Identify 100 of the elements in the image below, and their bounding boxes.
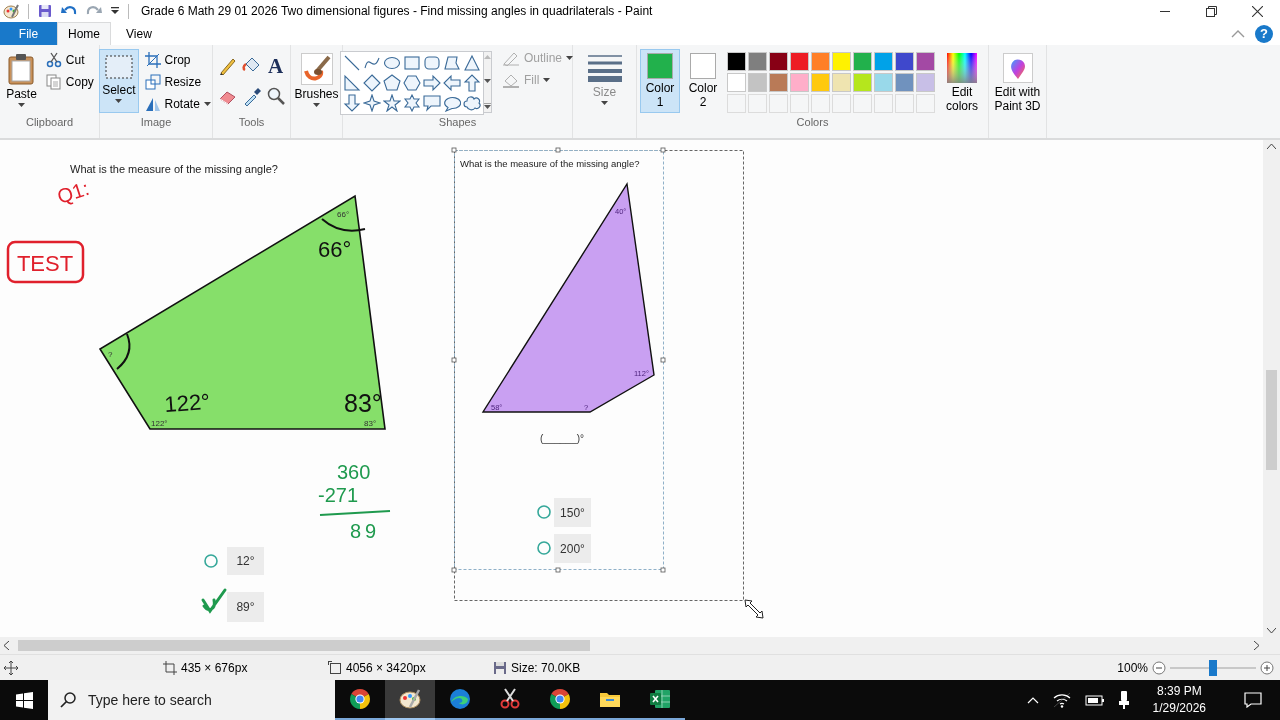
scroll-up-icon[interactable]: [1267, 144, 1276, 149]
resize-handle[interactable]: [451, 147, 457, 153]
answer-option[interactable]: 12°: [227, 547, 264, 575]
answer-option[interactable]: 89°: [227, 592, 264, 622]
color-slot-button[interactable]: Color 2: [683, 49, 723, 113]
check-mark[interactable]: [201, 588, 227, 613]
search-field[interactable]: Type here to search: [48, 680, 335, 720]
cloud-callout-shape-icon[interactable]: [463, 94, 481, 112]
palette-swatch[interactable]: [895, 52, 914, 71]
taskbar-app-button[interactable]: [385, 680, 435, 720]
resize-button[interactable]: Resize: [142, 71, 213, 93]
empty-swatch[interactable]: [895, 94, 914, 113]
palette-swatch[interactable]: [832, 73, 851, 92]
palette-swatch[interactable]: [874, 73, 893, 92]
diamond-shape-icon[interactable]: [363, 74, 381, 92]
zoom-out-button[interactable]: [1152, 660, 1166, 675]
palette-swatch[interactable]: [853, 73, 872, 92]
triangle-shape-icon[interactable]: [463, 54, 481, 72]
collapse-ribbon-icon[interactable]: [1231, 29, 1245, 38]
palette-swatch[interactable]: [748, 73, 767, 92]
polygon-shape-icon[interactable]: [443, 54, 461, 72]
answer-option[interactable]: 150°: [554, 498, 591, 527]
scroll-right-icon[interactable]: [1254, 641, 1259, 650]
palette-swatch[interactable]: [769, 73, 788, 92]
zoom-slider[interactable]: [1170, 659, 1256, 676]
paste-button[interactable]: Paste: [3, 49, 40, 111]
resize-handle[interactable]: [451, 357, 457, 363]
up-arrow-shape-icon[interactable]: [463, 74, 481, 92]
resize-handle[interactable]: [555, 147, 561, 153]
brushes-button[interactable]: Brushes: [291, 49, 342, 111]
scroll-down-icon[interactable]: [1267, 628, 1276, 633]
right-arrow-shape-icon[interactable]: [423, 74, 441, 92]
empty-swatch[interactable]: [811, 94, 830, 113]
palette-swatch[interactable]: [832, 52, 851, 71]
resize-handle[interactable]: [555, 567, 561, 573]
palette-swatch[interactable]: [748, 52, 767, 71]
edit-with-paint-3d-button[interactable]: Edit with Paint 3D: [986, 49, 1049, 117]
rotate-button[interactable]: Rotate: [142, 93, 213, 115]
empty-swatch[interactable]: [748, 94, 767, 113]
palette-swatch[interactable]: [811, 52, 830, 71]
rectangle-callout-shape-icon[interactable]: [423, 94, 441, 112]
more-shapes-icon[interactable]: [484, 103, 491, 109]
zoom-in-button[interactable]: [1260, 660, 1274, 675]
right-triangle-shape-icon[interactable]: [343, 74, 361, 92]
radio-button[interactable]: [204, 554, 218, 568]
color-slot-button[interactable]: Color 1: [640, 49, 680, 113]
radio-button[interactable]: [537, 505, 551, 519]
rounded-rectangle-shape-icon[interactable]: [423, 54, 441, 72]
palette-swatch[interactable]: [790, 73, 809, 92]
pentagon-shape-icon[interactable]: [383, 74, 401, 92]
oval-callout-shape-icon[interactable]: [443, 94, 461, 112]
palette-swatch[interactable]: [811, 73, 830, 92]
resize-handle[interactable]: [660, 147, 666, 153]
text-tool[interactable]: A: [264, 55, 287, 77]
palette-swatch[interactable]: [916, 52, 935, 71]
palette-swatch[interactable]: [790, 52, 809, 71]
answer-option[interactable]: 200°: [554, 534, 591, 563]
palette-swatch[interactable]: [916, 73, 935, 92]
palette-swatch[interactable]: [727, 52, 746, 71]
empty-swatch[interactable]: [853, 94, 872, 113]
hexagon-shape-icon[interactable]: [403, 74, 421, 92]
scroll-down-icon[interactable]: [484, 79, 491, 83]
rectangle-shape-icon[interactable]: [403, 54, 421, 72]
clock[interactable]: 8:39 PM 1/29/2026: [1142, 683, 1216, 717]
star-shape-icon[interactable]: [383, 94, 401, 112]
resize-handle[interactable]: [660, 567, 666, 573]
ribbon-tab[interactable]: Home: [57, 22, 111, 45]
down-arrow-shape-icon[interactable]: [343, 94, 361, 112]
palette-swatch[interactable]: [874, 52, 893, 71]
resize-handle[interactable]: [451, 567, 457, 573]
crop-button[interactable]: Crop: [142, 49, 213, 71]
empty-swatch[interactable]: [916, 94, 935, 113]
customize-caret-icon[interactable]: [111, 7, 119, 15]
oval-shape-icon[interactable]: [383, 54, 401, 72]
empty-swatch[interactable]: [790, 94, 809, 113]
resize-handle[interactable]: [660, 357, 666, 363]
line-shape-icon[interactable]: [343, 54, 361, 72]
palette-swatch[interactable]: [895, 73, 914, 92]
show-hidden-icons-icon[interactable]: [1026, 696, 1039, 704]
vertical-scrollbar[interactable]: [1263, 140, 1280, 637]
palette-swatch[interactable]: [727, 73, 746, 92]
empty-swatch[interactable]: [727, 94, 746, 113]
save-icon[interactable]: [38, 4, 52, 18]
edit-colors-button[interactable]: Edit colors: [939, 49, 985, 117]
four-point-star-shape-icon[interactable]: [363, 94, 381, 112]
empty-swatch[interactable]: [769, 94, 788, 113]
scrollbar-thumb[interactable]: [18, 640, 590, 651]
radio-button[interactable]: [537, 541, 551, 555]
empty-swatch[interactable]: [874, 94, 893, 113]
scroll-left-icon[interactable]: [4, 641, 9, 650]
empty-swatch[interactable]: [832, 94, 851, 113]
six-point-star-shape-icon[interactable]: [403, 94, 421, 112]
file-menu-tab[interactable]: File: [0, 22, 57, 45]
battery-icon[interactable]: [1084, 694, 1105, 706]
cut-button[interactable]: Cut: [43, 49, 96, 71]
palette-swatch[interactable]: [769, 52, 788, 71]
ribbon-tab[interactable]: View: [111, 22, 167, 45]
palette-swatch[interactable]: [853, 52, 872, 71]
wifi-icon[interactable]: [1052, 692, 1071, 708]
usb-device-icon[interactable]: [1118, 691, 1129, 709]
